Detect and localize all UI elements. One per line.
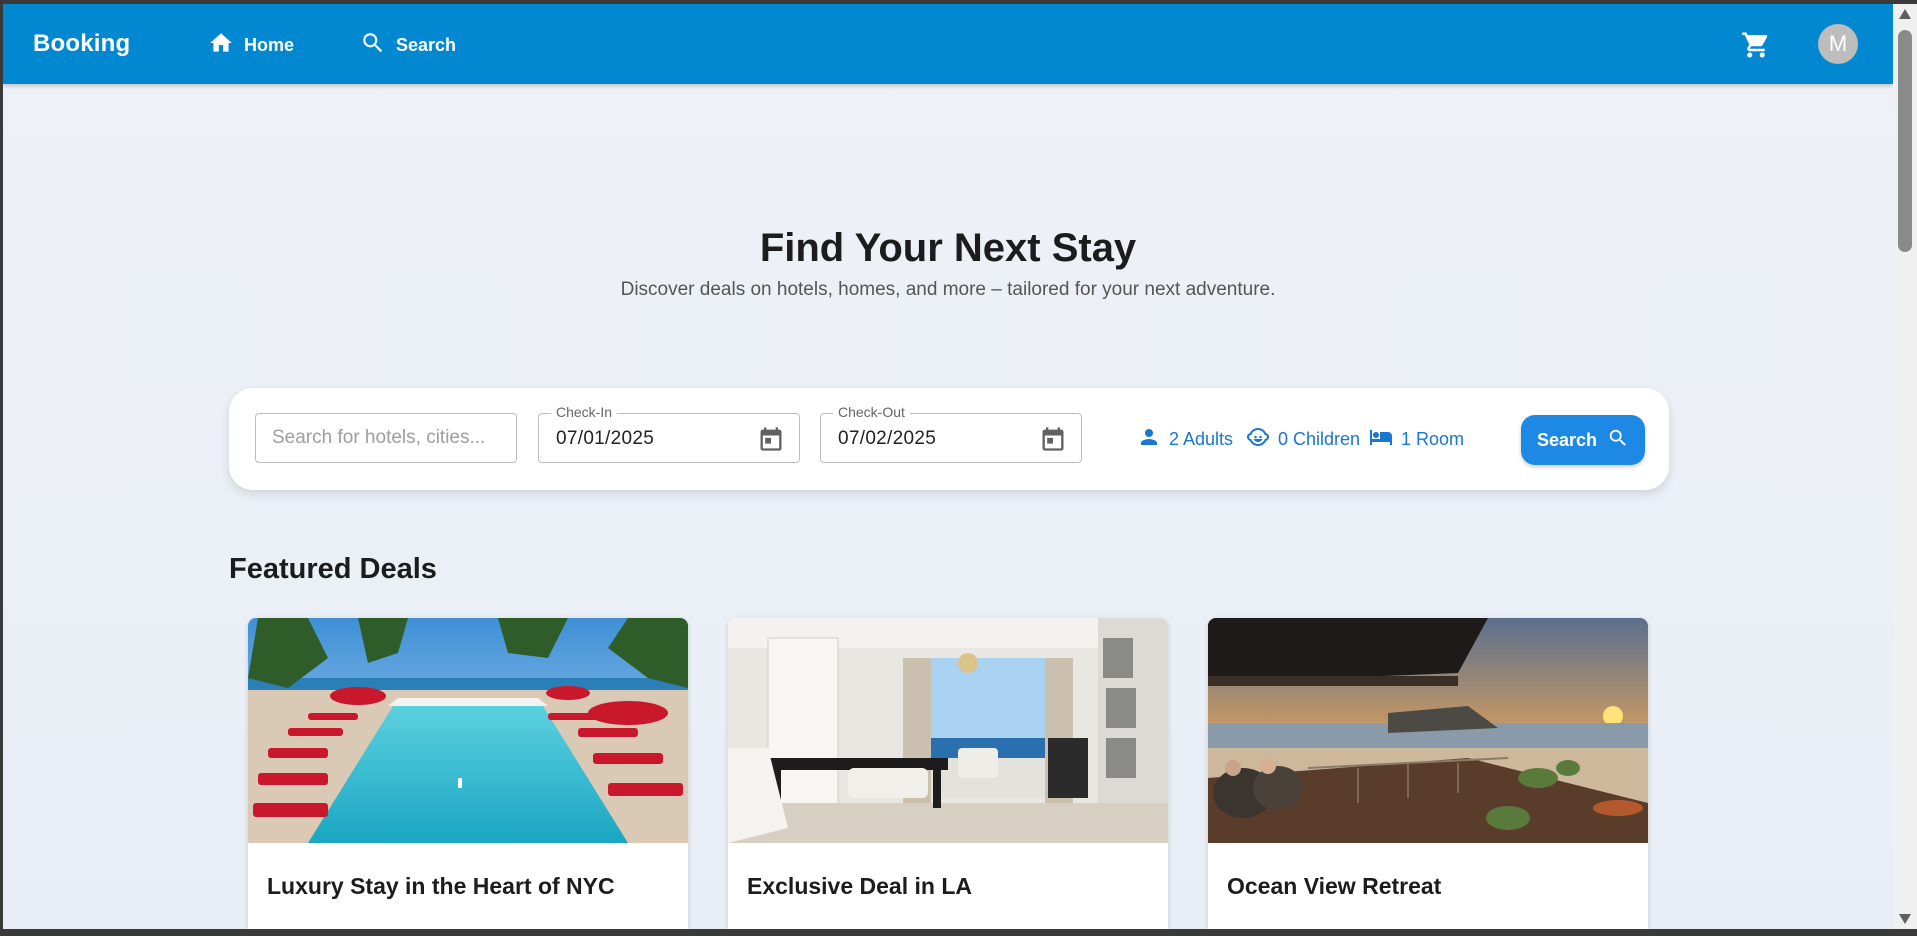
search-icon — [1607, 427, 1629, 454]
rooms-selector[interactable]: 1 Room — [1369, 425, 1464, 454]
children-selector[interactable]: 0 Children — [1246, 425, 1360, 454]
check-in-label: Check-In — [551, 404, 618, 420]
check-in-value[interactable]: 07/01/2025 — [556, 428, 654, 450]
scroll-up-arrow-icon[interactable] — [1899, 9, 1911, 19]
deal-card-title: Ocean View Retreat — [1227, 873, 1442, 899]
destination-input[interactable] — [256, 414, 516, 462]
person-icon — [1137, 425, 1161, 454]
deal-card-title: Exclusive Deal in LA — [747, 873, 972, 899]
nav-home-label: Home — [244, 35, 295, 55]
nav-search-button[interactable]: Search — [360, 30, 456, 61]
home-icon — [208, 30, 234, 61]
deal-card[interactable]: Luxury Stay in the Heart of NYC — [248, 618, 688, 929]
sunset-beach-terrace-photo — [1208, 618, 1648, 843]
deal-card[interactable]: Ocean View Retreat — [1208, 618, 1648, 929]
page-title: Find Your Next Stay — [759, 226, 1137, 270]
check-out-value[interactable]: 07/02/2025 — [838, 428, 936, 450]
search-bar-card: Check-In 07/01/2025 Check-Out 07/02/2025… — [229, 388, 1669, 490]
ocean-view-suite-photo — [728, 618, 1168, 843]
search-button-label: Search — [1536, 429, 1598, 450]
adults-label: 2 Adults — [1169, 429, 1234, 449]
scroll-thumb[interactable] — [1898, 30, 1912, 252]
pool-resort-photo — [248, 618, 688, 843]
bed-icon — [1369, 425, 1393, 454]
check-out-label: Check-Out — [833, 404, 910, 420]
child-face-icon — [1246, 425, 1270, 454]
check-in-field[interactable]: Check-In 07/01/2025 — [538, 404, 800, 463]
deal-card-title: Luxury Stay in the Heart of NYC — [267, 873, 615, 899]
page-viewport: Booking Home Search M Find Your Next Sta… — [3, 4, 1893, 929]
destination-field[interactable] — [255, 413, 517, 463]
vertical-scrollbar[interactable] — [1893, 4, 1917, 929]
search-icon — [360, 30, 386, 61]
scroll-down-arrow-icon[interactable] — [1899, 914, 1911, 924]
page-subtitle: Discover deals on hotels, homes, and mor… — [620, 279, 1276, 300]
check-out-field[interactable]: Check-Out 07/02/2025 — [820, 404, 1082, 463]
user-avatar[interactable]: M — [1818, 24, 1858, 64]
app-bar: Booking Home Search M — [3, 4, 1893, 84]
rooms-label: 1 Room — [1401, 429, 1465, 449]
nav-home-button[interactable]: Home — [208, 30, 294, 61]
calendar-icon[interactable] — [757, 425, 785, 453]
adults-selector[interactable]: 2 Adults — [1137, 425, 1233, 454]
deal-card[interactable]: Exclusive Deal in LA — [728, 618, 1168, 929]
calendar-icon[interactable] — [1039, 425, 1067, 453]
cart-icon[interactable] — [1741, 30, 1771, 60]
nav-search-label: Search — [396, 35, 457, 55]
children-label: 0 Children — [1278, 429, 1361, 449]
brand-logo[interactable]: Booking — [33, 30, 130, 58]
featured-deals-heading: Featured Deals — [229, 553, 437, 585]
search-submit-button[interactable]: Search — [1521, 415, 1645, 465]
